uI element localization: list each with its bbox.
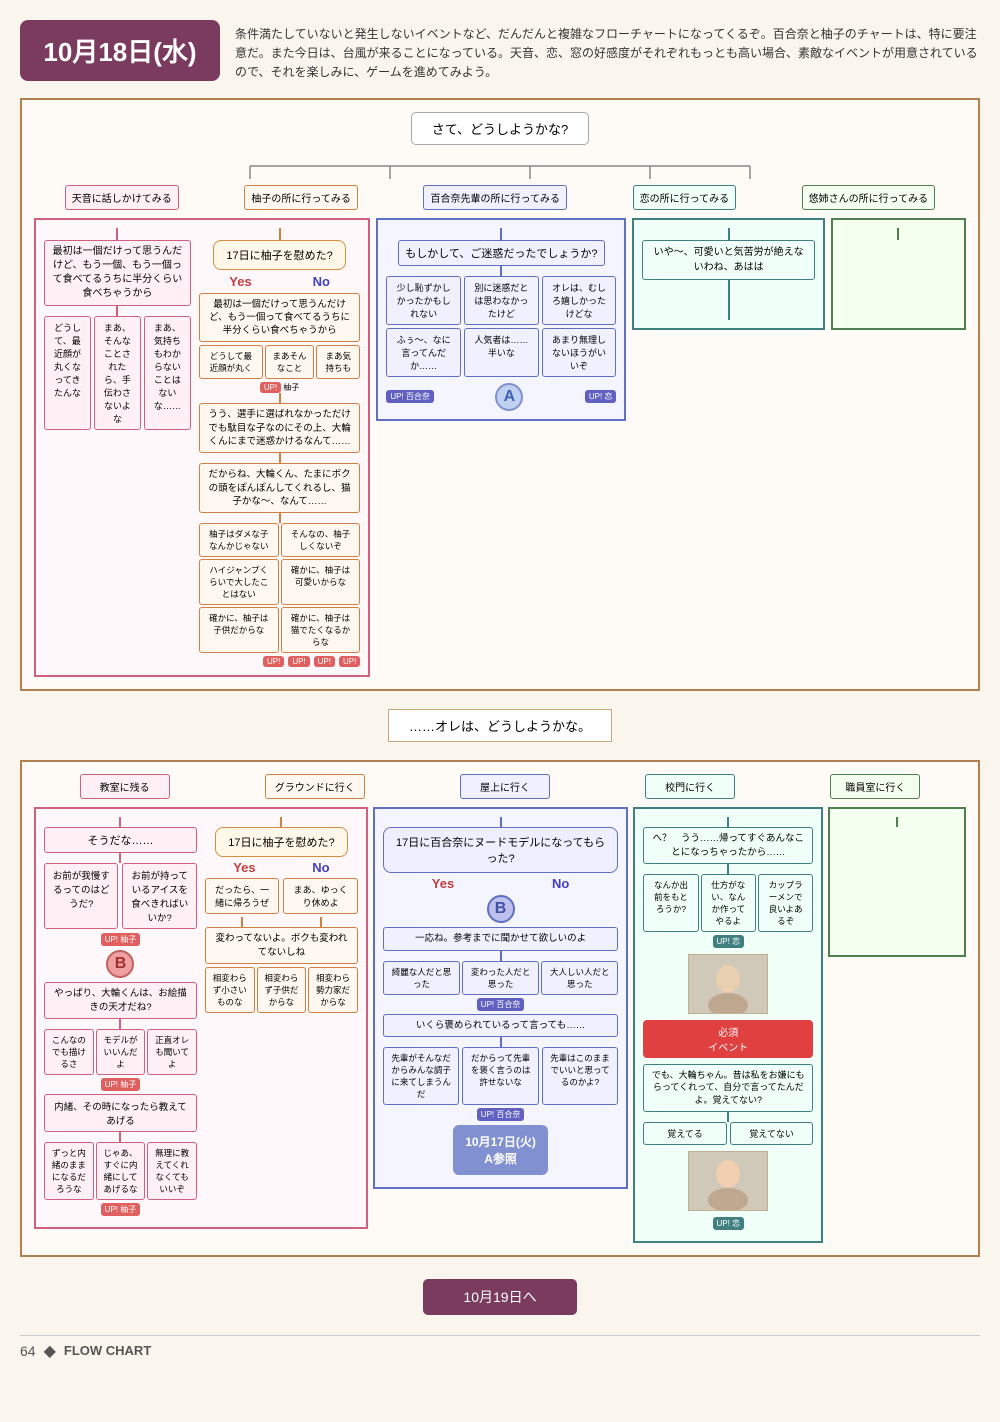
header-description: 条件満たしていないと発生しないイベントなど、だんだんと複雑なフローチャートになっ…	[235, 20, 980, 83]
yuzu-flow-text1: うう、選手に選ばれなかっただけでも駄目な子なのにその上、大輪くんにまで迷惑かける…	[199, 403, 361, 453]
roof-question: 17日に百合奈にヌードモデルになってもらった?	[383, 827, 618, 873]
lower-green-section	[828, 807, 966, 957]
lower-route-roof[interactable]: 屋上に行く	[460, 774, 550, 799]
lower-route-row: 教室に残る グラウンドに行く 屋上に行く 校門に行く 職員室に行く	[34, 774, 966, 799]
yuu-section	[831, 218, 966, 330]
page-footer: 64 ◆ FLOW CHART	[20, 1335, 980, 1361]
up-badge-koi: UP! 恋	[585, 390, 617, 403]
date-display: 10月18日(水)	[20, 20, 220, 81]
gate-answers: なんか出前をもとろうか? 仕方がない、なんか作ってやるよ カップラーメンで良いよ…	[643, 874, 813, 932]
yurina-section: もしかして、ご迷惑だったでしょうか? 少し恥ずかしかったかもしれない 別に迷惑だ…	[376, 218, 626, 421]
up-badge-gate2: UP! 恋	[713, 1217, 745, 1230]
roof-yes: Yes	[432, 876, 454, 891]
page-number: 64	[20, 1343, 36, 1359]
route-row: 天音に話しかけてみる 柚子の所に行ってみる 百合奈先輩の所に行ってみる 恋の所に…	[34, 185, 966, 210]
yurina-answers2: ふぅ〜、なに言ってんだか…… 人気者は……半いな あまり無理しないほうがいいぞ	[386, 328, 616, 377]
gate-photo2-container	[643, 1151, 813, 1211]
classroom-naishyo: 内緒、その時になったら教えてあげる	[44, 1094, 197, 1132]
classroom-flow1: やっぱり、大輪くんは、お絵描きの天才だね?	[44, 982, 197, 1019]
route-yuu[interactable]: 悠姉さんの所に行ってみる	[802, 185, 936, 210]
lower-route-office[interactable]: 職員室に行く	[830, 774, 920, 799]
start-question: さて、どうしようかな?	[411, 112, 590, 145]
route-yurina[interactable]: 百合奈先輩の所に行ってみる	[423, 185, 567, 210]
bottom-nav-container: 10月19日へ	[20, 1269, 980, 1325]
roof-no: No	[552, 876, 569, 891]
up-badge-roof: UP! 百合奈	[477, 998, 525, 1011]
middle-section: 最初は一個だけって思うんだけど、もう一個、もう一個って食べてるうちに半分くらい食…	[34, 218, 966, 678]
ground-col: 17日に柚子を慰めた? Yes No だったら、一緒に帰ろうぜ まあ、ゆっくり	[205, 817, 358, 1013]
classroom-answers: こんなのでも描けるさ モデルがいいんだよ 正直オレも聞いてよ	[44, 1029, 197, 1075]
roof-flow1: 一応ね。参考までに聞かせて欲しいのよ	[383, 927, 618, 950]
lower-complex-flow: そうだな…… お前が我慢するってのはどうだ? お前が持っているアイスを食べきれば…	[34, 807, 966, 1242]
yurina-answers: 少し恥ずかしかったかもしれない 別に迷惑だとは思わなかったけど オレは、むしろ嬉…	[386, 276, 616, 325]
no-label: No	[313, 274, 330, 289]
middle-question: ……オレは、どうしようかな。	[388, 709, 612, 742]
section-b-marker-left: B	[106, 950, 134, 978]
lower-flowchart-section: 教室に残る グラウンドに行く 屋上に行く 校門に行く 職員室に行く そうだな………	[20, 760, 980, 1256]
classroom-answers2: ずっと内緒のままになるだろうな じゃあ、すぐに内緒にしてあげるな 無理に教えてく…	[44, 1142, 197, 1200]
lower-route-classroom[interactable]: 教室に残る	[80, 774, 170, 799]
gate-photo2	[688, 1151, 768, 1211]
ground-question: 17日に柚子を慰めた?	[215, 827, 347, 857]
ground-answers: 相変わらず小さいものな 相変わらず子供だからな 相変わら勢力家だからな	[205, 967, 358, 1013]
koi-section: いや〜、可愛いと気苦労が絶えないわね、あはは	[632, 218, 825, 330]
gate-answers2: 覚えてる 覚えてない	[643, 1122, 813, 1145]
lower-teal-section: へ？ うう……帰ってすぐあんなことになっちゃったから…… なんか出前をもとろうか…	[633, 807, 823, 1242]
section-b-marker-blue: B	[487, 895, 515, 923]
gate-text1: へ？ うう……帰ってすぐあんなことになっちゃったから……	[643, 827, 813, 864]
yuzu-flow-text2: だからね、大輪くん、たまにボクの頭をぽんぽんしてくれるし、猫子かな〜、なんて……	[199, 463, 361, 513]
classroom-text: そうだな……	[44, 827, 197, 853]
up-badge-yuzu2: UP!	[263, 656, 284, 667]
pink-section: 最初は一個だけって思うんだけど、もう一個、もう一個って食べてるうちに半分くらい食…	[34, 218, 370, 678]
ground-no: No	[312, 860, 329, 875]
middle-divider: ……オレは、どうしようかな。	[20, 699, 980, 752]
gate-text2: でも、大輪ちゃん。昔は私をお嫌にもらってくれって、自分で言ってたんだよ。覚えてな…	[643, 1064, 813, 1112]
up-badge-classroom3: UP! 柚子	[101, 1203, 141, 1216]
roof-bottom-answers: 先輩がそんなだからみんな調子に来てしまうんだ だからって先輩を褒く言うのは許せな…	[383, 1047, 618, 1105]
route-koi[interactable]: 恋の所に行ってみる	[633, 185, 737, 210]
route-tenon[interactable]: 天音に話しかけてみる	[65, 185, 179, 210]
yuzu-bottom-answers: 柚子はダメな子なんかじゃない そんなの、柚子しくないぞ ハイジャンプくらいで大し…	[199, 523, 361, 653]
koi-text: いや〜、可愛いと気苦労が絶えないわね、あはは	[642, 240, 815, 280]
yuzu-question: 17日に柚子を慰めた?	[213, 240, 345, 270]
roof-answers: 綺麗な人だと思った 変わった人だと思った 大人しい人だと思った	[383, 961, 618, 995]
ground-yes: Yes	[233, 860, 255, 875]
ground-flow1: 変わってないよ。ボクも変われてないしね	[205, 927, 358, 964]
tenon-answers: どうして、最近顔が丸くなってきたんな まあ、そんなことされた ら、手伝わさないよ…	[44, 316, 191, 430]
up-badge-classroom2: UP! 柚子	[101, 1078, 141, 1091]
classroom-col: そうだな…… お前が我慢するってのはどうだ? お前が持っているアイスを食べきれば…	[44, 817, 197, 1219]
lower-blue-section: 17日に百合奈にヌードモデルになってもらった? Yes No B 一応ね。参考ま…	[373, 807, 628, 1189]
lower-pink-section: そうだな…… お前が我慢するってのはどうだ? お前が持っているアイスを食べきれば…	[34, 807, 368, 1229]
tenon-route: 最初は一個だけって思うんだけど、もう一個、もう一個って食べてるうちに半分くらい食…	[44, 228, 191, 430]
classroom-choices: お前が我慢するってのはどうだ? お前が持っているアイスを食べきればいいか?	[44, 863, 197, 929]
top-flowchart-section: さて、どうしようかな? 天音に話しかけてみる 柚子の所に行ってみる 百合奈先輩の…	[20, 98, 980, 692]
footer-title: FLOW CHART	[64, 1343, 151, 1358]
yurina-question: もしかして、ご迷惑だったでしょうか?	[398, 240, 604, 266]
gate-photos	[643, 954, 813, 1014]
roof-text2: いくら褒められているって言っても……	[383, 1014, 618, 1037]
up-badge-yuzu: UP!	[260, 382, 281, 393]
ground-yn-branches: だったら、一緒に帰ろうぜ まあ、ゆっくり休めよ	[205, 878, 358, 927]
route-yuzu[interactable]: 柚子の所に行ってみる	[244, 185, 358, 210]
date-special: 10月17日(火)A参照	[453, 1125, 548, 1175]
lower-route-gate[interactable]: 校門に行く	[645, 774, 735, 799]
yuzu-route: 17日に柚子を慰めた? Yes No 最初は一個だけって思うんだけど、もう一個っ…	[199, 228, 361, 668]
gate-photo1	[688, 954, 768, 1014]
lower-route-ground[interactable]: グラウンドに行く	[265, 774, 365, 799]
section-a-marker: A	[495, 383, 523, 411]
bottom-nav[interactable]: 10月19日へ	[423, 1279, 576, 1315]
up-badge-roof2: UP! 百合奈	[477, 1108, 525, 1121]
up-badge-classroom: UP! 柚子	[101, 933, 141, 946]
yes-label: Yes	[229, 274, 251, 289]
yuzu-yes-branch: 最初は一個だけって思うんだけど、もう一個って食べてるうちに半分くらい食べちゃうか…	[199, 293, 361, 394]
required-badge: 必須イベント	[643, 1020, 813, 1058]
header-section: 10月18日(水) 条件満たしていないと発生しないイベントなど、だんだんと複雑な…	[20, 20, 980, 83]
up-badge-gate: UP! 恋	[713, 935, 745, 948]
footer-icon: ◆	[44, 1341, 56, 1361]
up-badge-yurina: UP! 百合奈	[386, 390, 434, 403]
page-wrapper: 10月18日(水) 条件満たしていないと発生しないイベントなど、だんだんと複雑な…	[0, 0, 1000, 1422]
